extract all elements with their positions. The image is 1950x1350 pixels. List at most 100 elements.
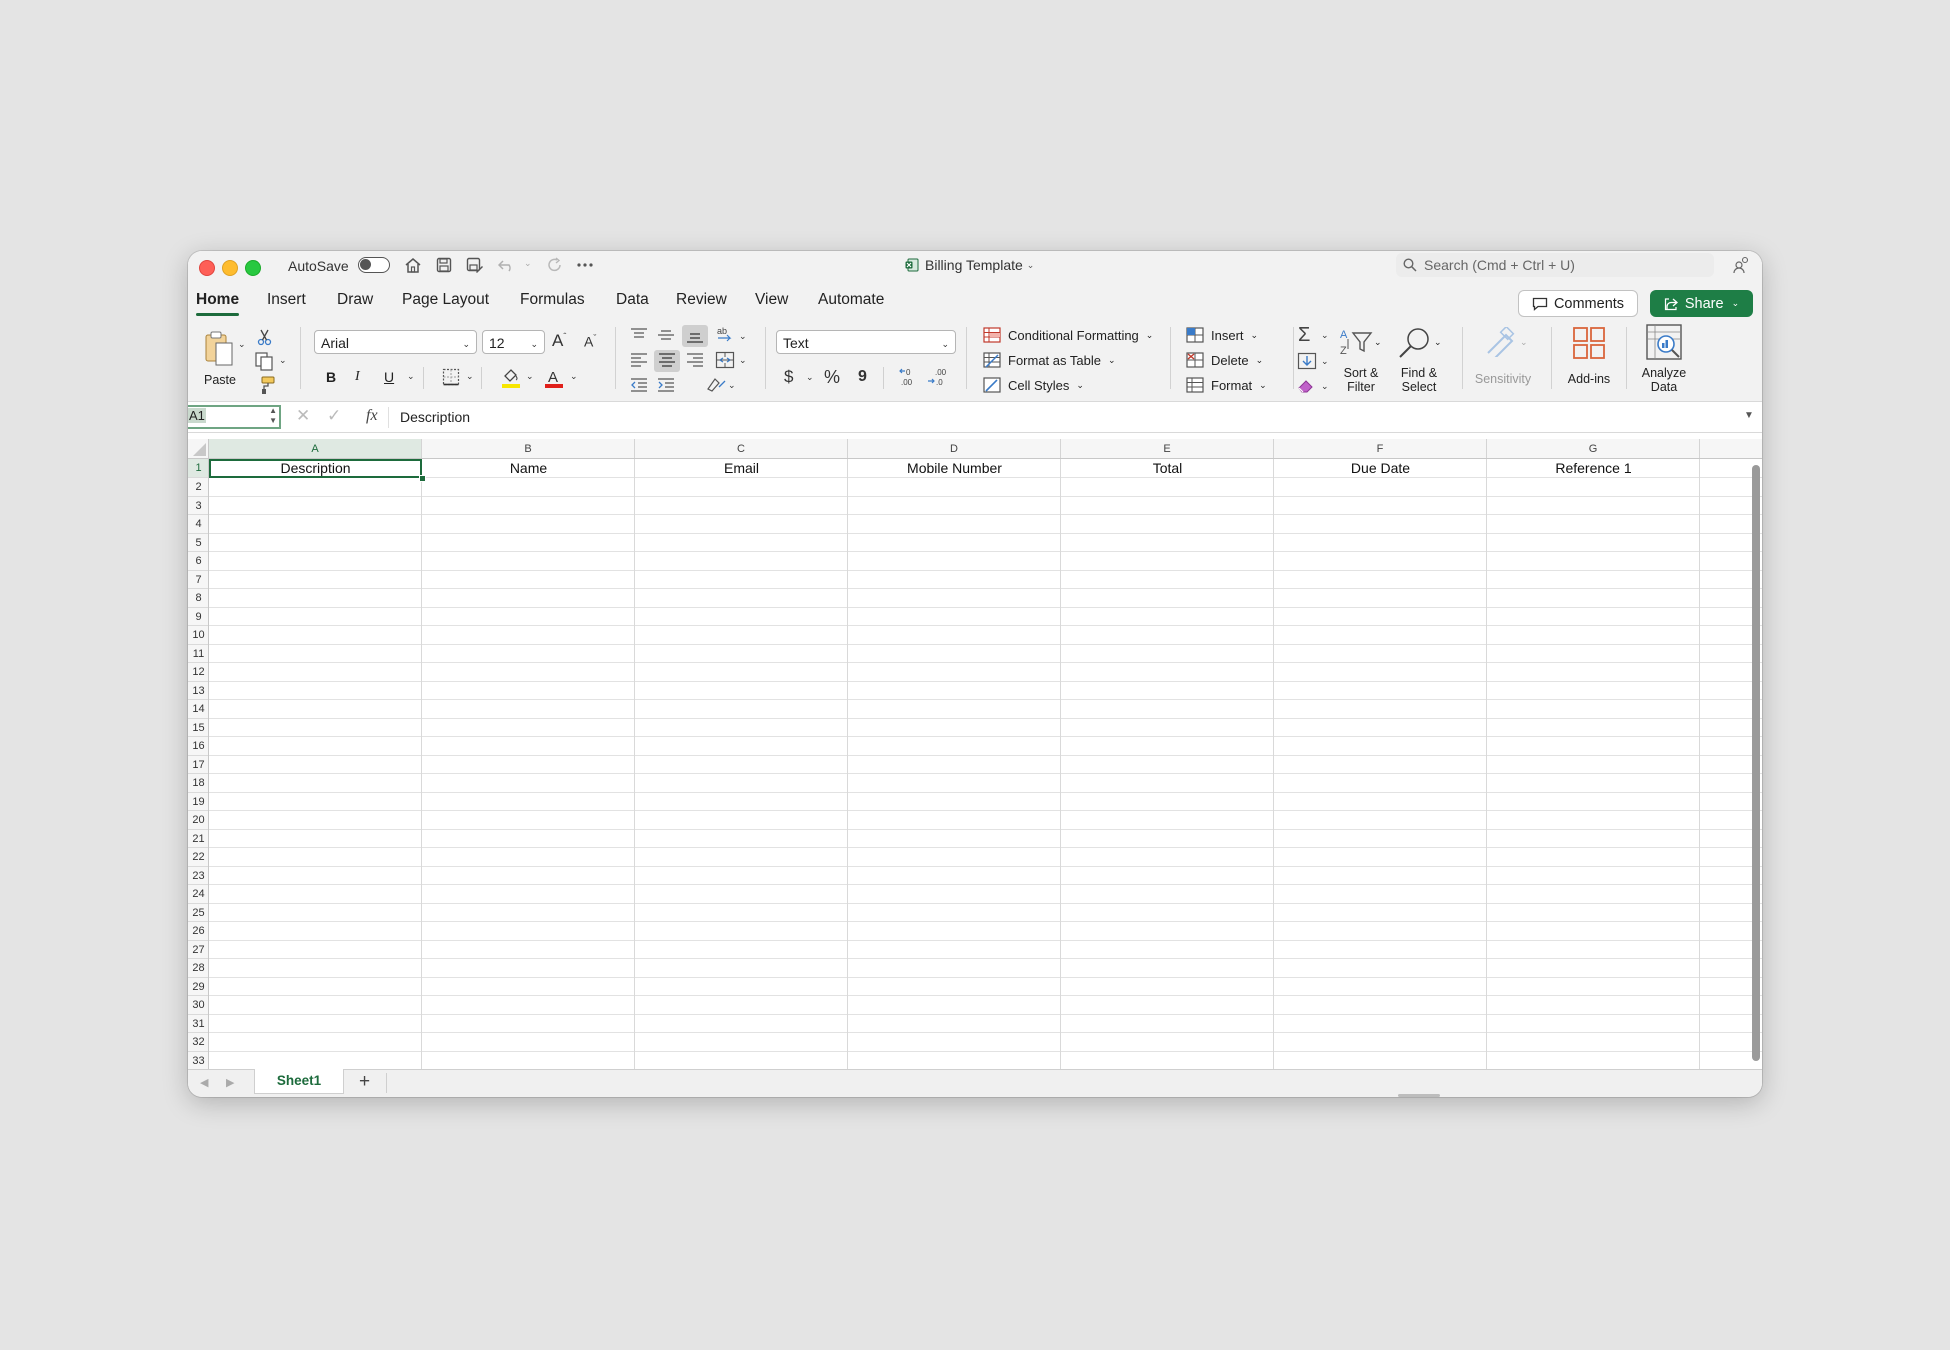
copy-icon[interactable]: [254, 351, 274, 371]
fill-color-icon[interactable]: [501, 367, 521, 388]
italic-button[interactable]: I: [355, 369, 360, 385]
fill-chevron-icon[interactable]: ⌄: [1321, 356, 1329, 367]
column-header-partial[interactable]: [1700, 439, 1762, 459]
increase-indent-icon[interactable]: [657, 377, 677, 397]
row-header[interactable]: 21: [188, 829, 209, 848]
cut-icon[interactable]: [256, 328, 276, 348]
expand-formula-bar-icon[interactable]: ▼: [1744, 410, 1754, 421]
row-header[interactable]: 6: [188, 552, 209, 571]
row-header[interactable]: 28: [188, 959, 209, 978]
prev-sheet-icon[interactable]: ◀: [200, 1076, 208, 1089]
row-header[interactable]: 2: [188, 478, 209, 497]
row-header[interactable]: 9: [188, 607, 209, 626]
row-header[interactable]: 25: [188, 903, 209, 922]
analyze-data-button[interactable]: Analyze Data: [1632, 324, 1696, 394]
row-header[interactable]: 24: [188, 885, 209, 904]
minimize-window-button[interactable]: [222, 260, 238, 276]
merge-chevron-icon[interactable]: ⌄: [739, 355, 747, 366]
sort-filter-button[interactable]: AZ ⌄ Sort & Filter: [1336, 327, 1392, 394]
borders-icon[interactable]: [442, 368, 462, 388]
row-header[interactable]: 33: [188, 1051, 209, 1069]
share-button[interactable]: Share ⌄: [1650, 290, 1753, 317]
row-header[interactable]: 30: [188, 996, 209, 1015]
account-icon[interactable]: [1728, 253, 1754, 277]
cell-styles-button[interactable]: Cell Styles ⌄: [983, 377, 1084, 393]
more-options-icon[interactable]: [572, 253, 598, 277]
confirm-entry-icon[interactable]: ✓: [327, 406, 341, 426]
find-select-button[interactable]: ⌄ Find & Select: [1394, 327, 1450, 394]
align-top-icon[interactable]: [630, 327, 650, 347]
column-header-g[interactable]: G: [1487, 439, 1700, 459]
comments-button[interactable]: Comments: [1518, 290, 1638, 317]
insert-function-icon[interactable]: fx: [366, 407, 378, 425]
paste-dropdown-chevron-icon[interactable]: ⌄: [238, 339, 246, 350]
underline-button[interactable]: U: [384, 369, 394, 385]
cancel-entry-icon[interactable]: ✕: [296, 406, 310, 426]
font-name-select[interactable]: Arial ⌄: [314, 330, 477, 354]
column-header-a[interactable]: A: [209, 439, 422, 459]
tab-insert[interactable]: Insert: [267, 291, 306, 309]
home-icon[interactable]: [400, 253, 426, 277]
clear-icon[interactable]: [1297, 377, 1317, 397]
align-right-icon[interactable]: [686, 352, 706, 372]
row-header[interactable]: 31: [188, 1014, 209, 1033]
autosum-icon[interactable]: Σ: [1298, 325, 1318, 345]
increase-decimal-icon[interactable]: 0.00: [897, 367, 919, 387]
selected-cell-outline[interactable]: [209, 459, 422, 478]
column-header-b[interactable]: B: [422, 439, 635, 459]
percent-format-button[interactable]: %: [824, 367, 840, 388]
header-cell-g[interactable]: Reference 1: [1487, 459, 1700, 478]
undo-icon[interactable]: [494, 253, 520, 277]
orientation-icon[interactable]: ab: [716, 325, 736, 345]
align-center-icon[interactable]: [654, 350, 680, 372]
header-cell-d[interactable]: Mobile Number: [848, 459, 1061, 478]
fill-icon[interactable]: [1297, 352, 1317, 372]
row-header[interactable]: 22: [188, 848, 209, 867]
currency-chevron-icon[interactable]: ⌄: [806, 372, 814, 383]
fill-handle[interactable]: [419, 475, 426, 482]
fill-color-chevron-icon[interactable]: ⌄: [526, 371, 534, 382]
row-header[interactable]: 26: [188, 922, 209, 941]
font-size-select[interactable]: 12 ⌄: [482, 330, 545, 354]
horizontal-scroll-thumb[interactable]: [1398, 1094, 1440, 1097]
document-title[interactable]: Billing Template ⌄: [905, 257, 1034, 273]
align-left-icon[interactable]: [630, 352, 650, 372]
formula-input[interactable]: Description: [400, 409, 470, 425]
insert-cells-button[interactable]: Insert ⌄: [1186, 327, 1258, 343]
vertical-scrollbar[interactable]: [1752, 465, 1760, 1061]
borders-chevron-icon[interactable]: ⌄: [466, 371, 474, 382]
add-sheet-button[interactable]: +: [359, 1071, 370, 1093]
orientation-chevron-icon[interactable]: ⌄: [739, 331, 747, 342]
clear-chevron-icon[interactable]: ⌄: [1321, 381, 1329, 392]
tab-formulas[interactable]: Formulas: [520, 291, 585, 309]
decrease-decimal-icon[interactable]: .00.0: [926, 367, 948, 387]
row-header[interactable]: 15: [188, 718, 209, 737]
conditional-formatting-button[interactable]: Conditional Formatting ⌄: [983, 327, 1153, 343]
undo-dropdown-chevron-icon[interactable]: ⌄: [524, 258, 532, 269]
addins-button[interactable]: Add-ins: [1558, 327, 1620, 389]
comma-style-button[interactable]: 9: [858, 368, 867, 386]
align-middle-icon[interactable]: [657, 327, 677, 347]
redo-icon[interactable]: [542, 253, 568, 277]
row-header[interactable]: 18: [188, 774, 209, 793]
next-sheet-icon[interactable]: ▶: [226, 1076, 234, 1089]
increase-font-size-icon[interactable]: Aˆ: [552, 331, 566, 351]
row-header[interactable]: 4: [188, 515, 209, 534]
number-format-select[interactable]: Text ⌄: [776, 330, 956, 354]
tab-home[interactable]: Home: [196, 291, 240, 316]
text-direction-icon[interactable]: [705, 375, 726, 395]
header-cell-e[interactable]: Total: [1061, 459, 1274, 478]
row-header[interactable]: 3: [188, 496, 209, 515]
row-header[interactable]: 11: [188, 644, 209, 663]
select-all-corner[interactable]: [188, 439, 209, 459]
name-box[interactable]: A1 ▲ ▼: [188, 405, 281, 429]
search-box[interactable]: Search (Cmd + Ctrl + U): [1396, 253, 1714, 277]
row-header[interactable]: 29: [188, 977, 209, 996]
column-header-d[interactable]: D: [848, 439, 1061, 459]
format-as-table-button[interactable]: Format as Table ⌄: [983, 352, 1116, 368]
column-header-e[interactable]: E: [1061, 439, 1274, 459]
row-header[interactable]: 14: [188, 700, 209, 719]
header-cell-c[interactable]: Email: [635, 459, 848, 478]
row-header[interactable]: 19: [188, 792, 209, 811]
row-header[interactable]: 8: [188, 589, 209, 608]
